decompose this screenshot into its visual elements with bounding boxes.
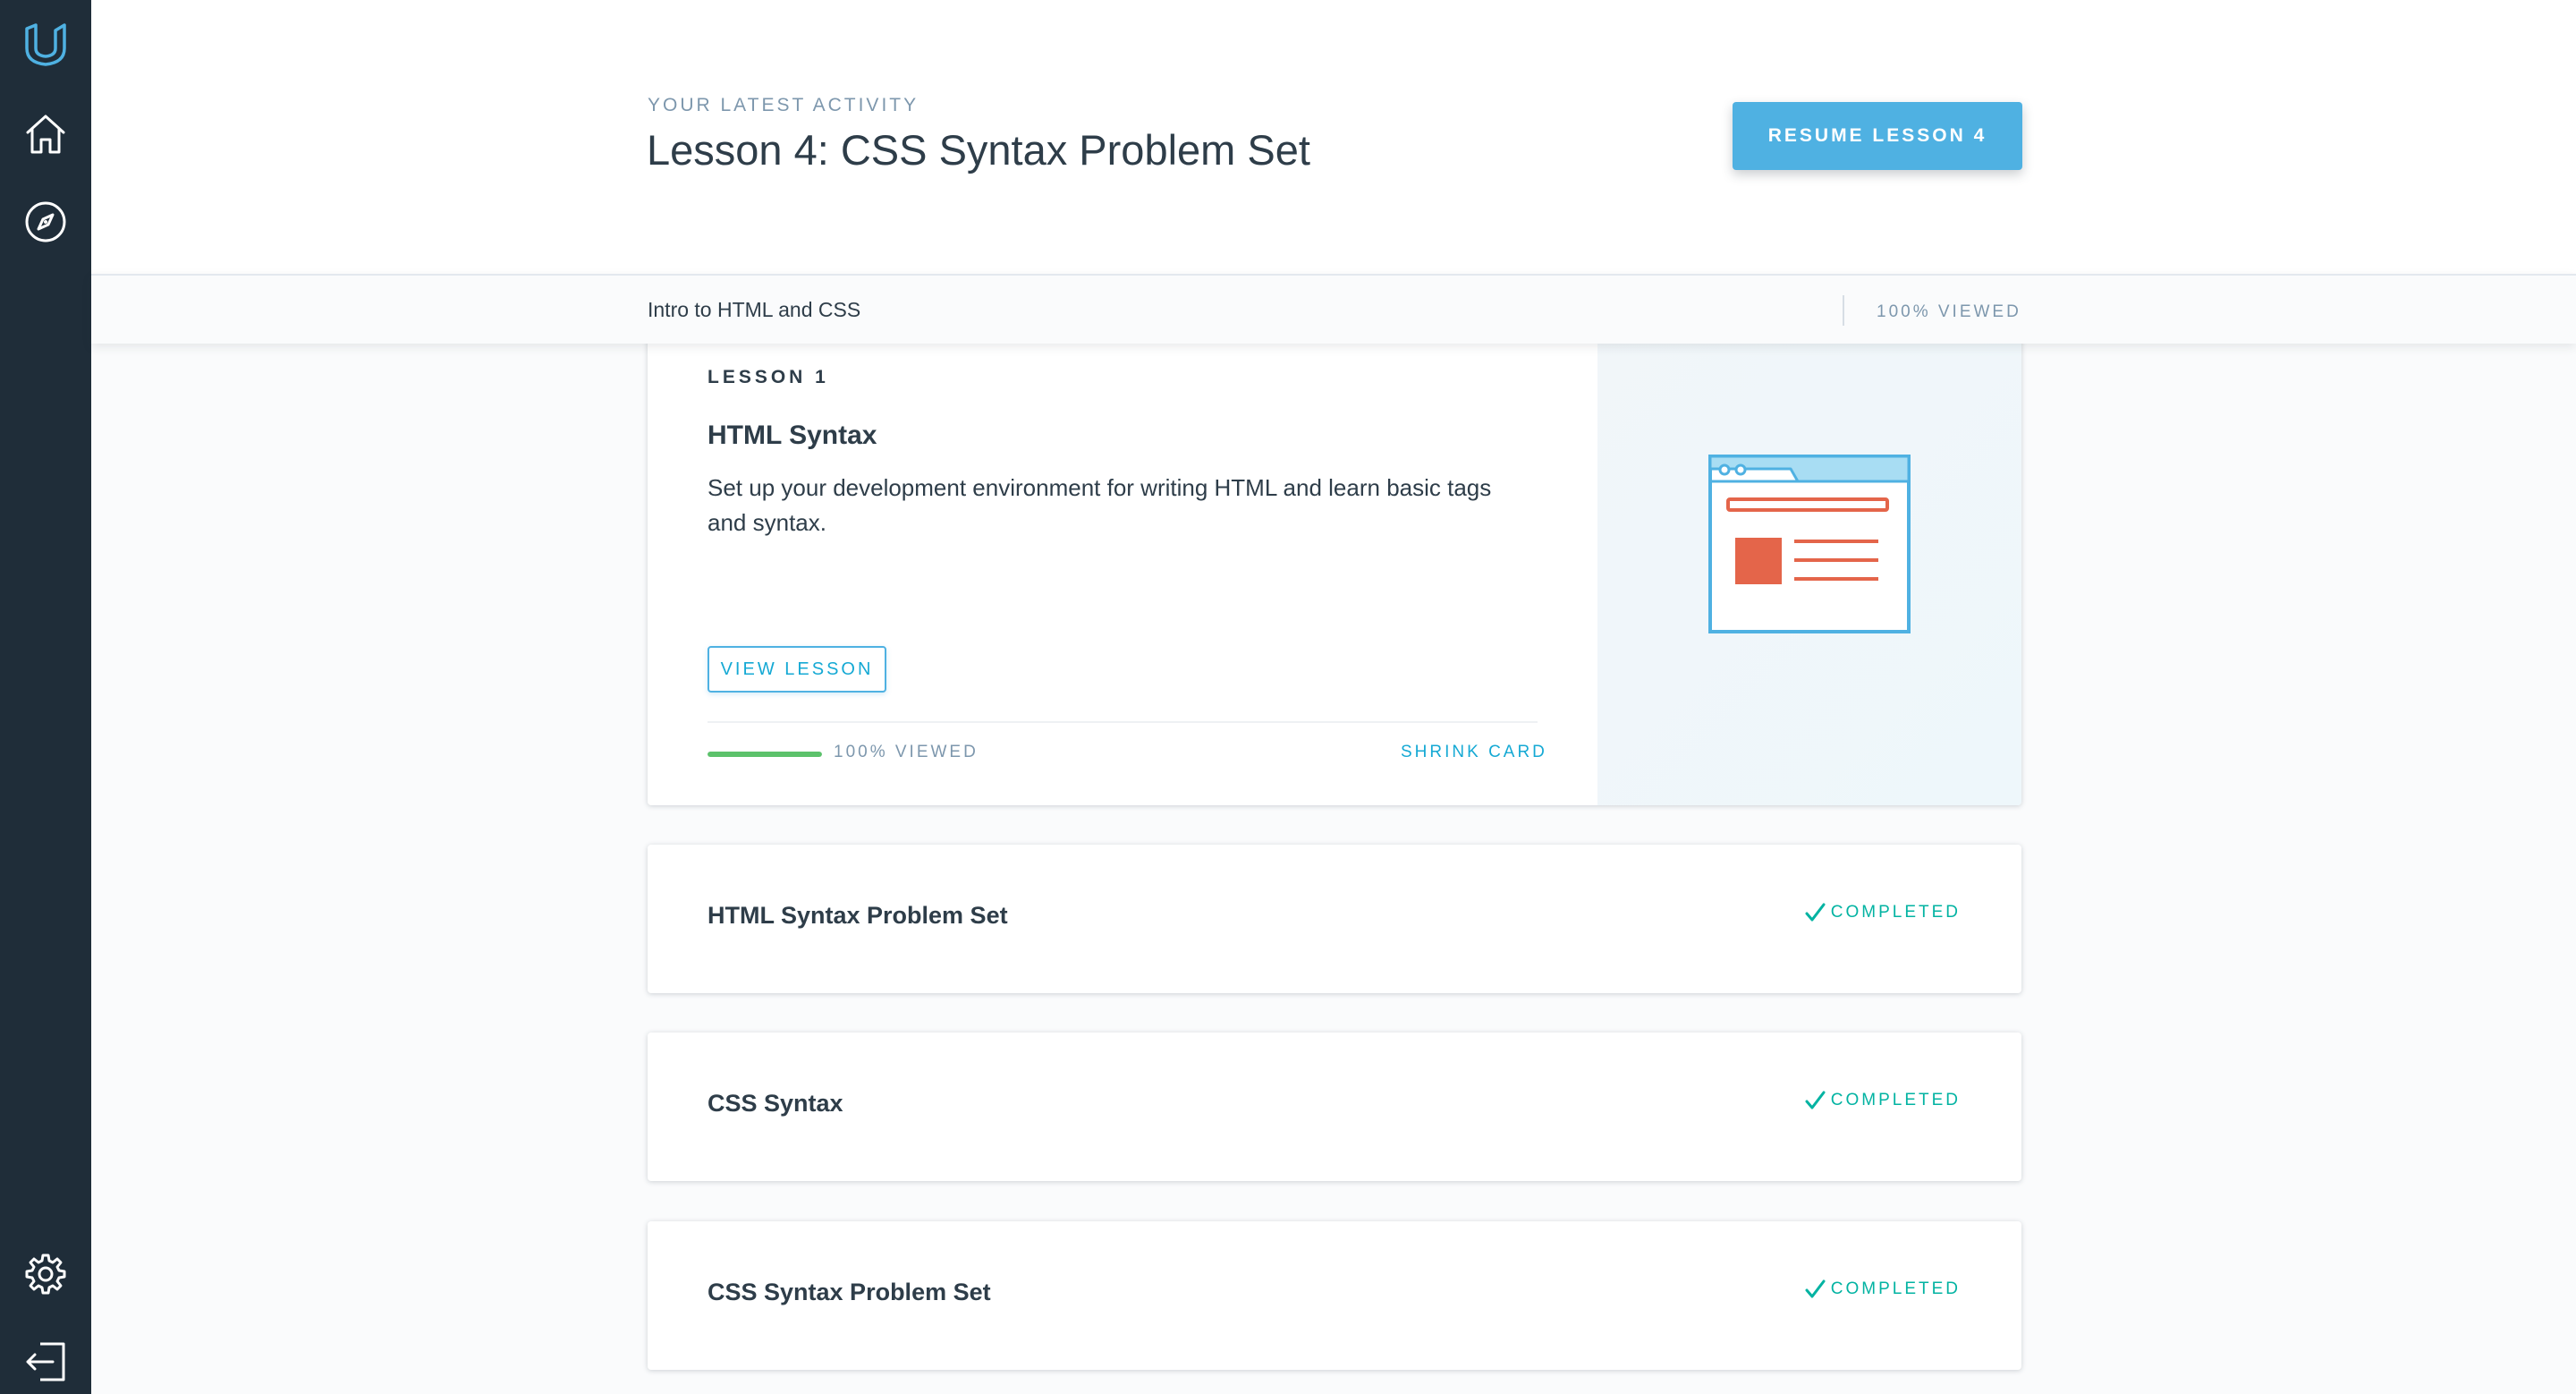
completed-status: COMPLETED [1804, 902, 1961, 923]
lesson-row[interactable]: CSS Syntax Problem Set COMPLETED [648, 1221, 2021, 1370]
gear-icon[interactable] [22, 1251, 69, 1297]
resume-lesson-button[interactable]: RESUME LESSON 4 [1733, 102, 2022, 170]
lesson-progress-fill [708, 752, 822, 757]
divider [1843, 295, 1844, 326]
browser-window-icon [1708, 455, 1911, 633]
home-icon[interactable] [22, 111, 69, 157]
shrink-card-link[interactable]: SHRINK CARD [1401, 743, 1545, 762]
status-text: COMPLETED [1830, 903, 1961, 922]
lesson-number-label: LESSON 1 [708, 367, 829, 387]
logout-icon[interactable] [22, 1339, 69, 1385]
completed-status: COMPLETED [1804, 1090, 1961, 1111]
lesson-title: HTML Syntax [708, 421, 877, 450]
lesson-row-title: HTML Syntax Problem Set [708, 902, 1008, 929]
latest-activity-header: YOUR LATEST ACTIVITY Lesson 4: CSS Synta… [91, 0, 2576, 274]
latest-activity-label: YOUR LATEST ACTIVITY [648, 95, 919, 115]
lesson-progress-text: 100% VIEWED [834, 743, 979, 761]
compass-icon[interactable] [22, 199, 69, 245]
lesson-row-title: CSS Syntax [708, 1090, 843, 1117]
lesson-illustration-panel [1597, 327, 2021, 805]
course-name: Intro to HTML and CSS [648, 298, 861, 321]
lesson-description: Set up your development environment for … [708, 474, 1492, 536]
sidebar [0, 0, 91, 1394]
course-progress-bar: Intro to HTML and CSS 100% VIEWED [91, 274, 2576, 344]
latest-activity-title: Lesson 4: CSS Syntax Problem Set [647, 126, 1310, 174]
udacity-logo-icon[interactable] [22, 21, 69, 68]
checkmark-icon [1805, 903, 1826, 922]
divider [708, 721, 1538, 723]
checkmark-icon [1805, 1279, 1826, 1298]
status-text: COMPLETED [1830, 1279, 1961, 1298]
completed-status: COMPLETED [1804, 1279, 1961, 1300]
lesson-row[interactable]: CSS Syntax COMPLETED [648, 1033, 2021, 1181]
status-text: COMPLETED [1830, 1091, 1961, 1109]
lesson-card-expanded: LESSON 1 HTML Syntax Set up your develop… [648, 327, 2021, 805]
view-lesson-button[interactable]: VIEW LESSON [708, 646, 886, 693]
lesson-row[interactable]: HTML Syntax Problem Set COMPLETED [648, 845, 2021, 993]
checkmark-icon [1805, 1091, 1826, 1109]
course-viewed-percent: 100% VIEWED [1877, 302, 2021, 321]
lesson-progress-bar [708, 752, 822, 757]
lesson-row-title: CSS Syntax Problem Set [708, 1279, 991, 1305]
